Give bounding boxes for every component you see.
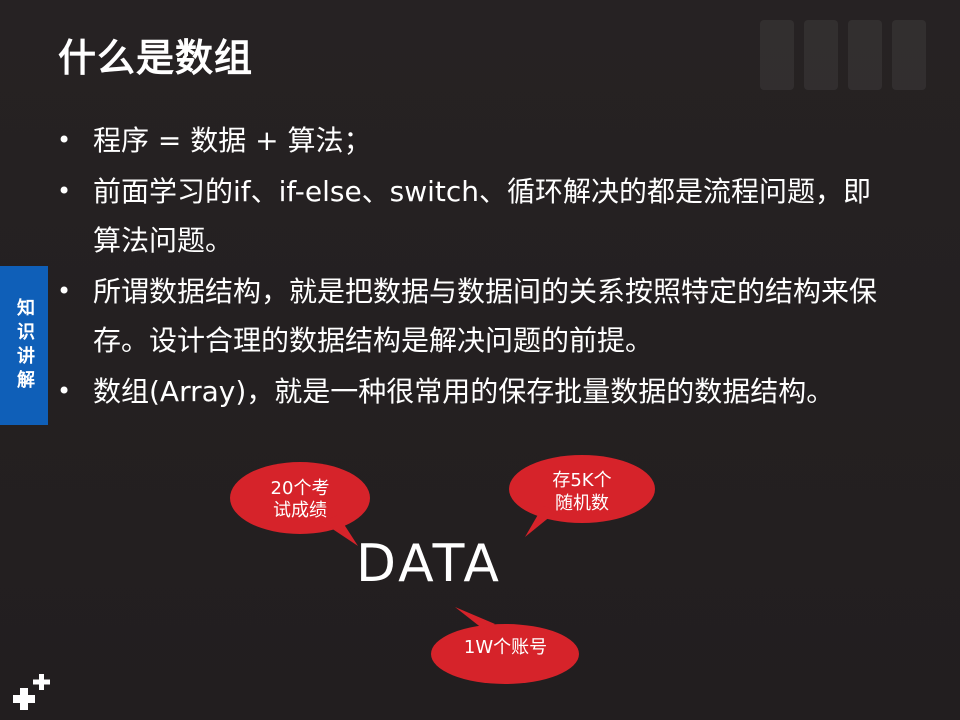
bullet-item: • 前面学习的if、if-else、switch、循环解决的都是流程问题，即算法… <box>55 167 895 265</box>
watermark-logo-icon <box>760 20 926 90</box>
bullet-list: • 程序 = 数据 + 算法； • 前面学习的if、if-else、switch… <box>55 116 895 418</box>
bullet-item: • 程序 = 数据 + 算法； <box>55 116 895 165</box>
bullet-text: 数组(Array)，就是一种很常用的保存批量数据的数据结构。 <box>93 375 835 408</box>
bullet-text: 所谓数据结构，就是把数据与数据间的关系按照特定的结构来保存。设计合理的数据结构是… <box>93 275 878 357</box>
plus-logo-icon <box>13 674 50 710</box>
bubble-text-scores: 20个考 试成绩 <box>270 477 330 522</box>
bullet-text: 前面学习的if、if-else、switch、循环解决的都是流程问题，即算法问题… <box>93 175 872 257</box>
bullet-item: • 所谓数据结构，就是把数据与数据间的关系按照特定的结构来保存。设计合理的数据结… <box>55 267 895 365</box>
bullet-text: 程序 = 数据 + 算法； <box>93 124 372 157</box>
bullet-item: • 数组(Array)，就是一种很常用的保存批量数据的数据结构。 <box>55 367 895 416</box>
speech-bubble-scores: 20个考 试成绩 <box>230 460 370 546</box>
bubble-text-accounts: 1W个账号 <box>463 636 548 658</box>
bullet-dot-icon: • <box>57 277 72 305</box>
slide-title: 什么是数组 <box>58 36 254 80</box>
knowledge-tab: 知识讲解 <box>0 266 48 425</box>
bullet-dot-icon: • <box>57 126 72 154</box>
knowledge-tab-label: 知识讲解 <box>14 297 35 394</box>
speech-bubble-accounts: 1W个账号 <box>431 607 580 684</box>
speech-bubble-random: 存5K个 随机数 <box>509 455 655 537</box>
slide: 什么是数组 • 程序 = 数据 + 算法； • 前面学习的if、if-else、… <box>0 0 960 720</box>
bullet-dot-icon: • <box>57 377 72 405</box>
bullet-dot-icon: • <box>57 177 72 205</box>
data-word: DATA <box>356 534 502 594</box>
bubble-text-random: 存5K个 随机数 <box>552 470 612 514</box>
